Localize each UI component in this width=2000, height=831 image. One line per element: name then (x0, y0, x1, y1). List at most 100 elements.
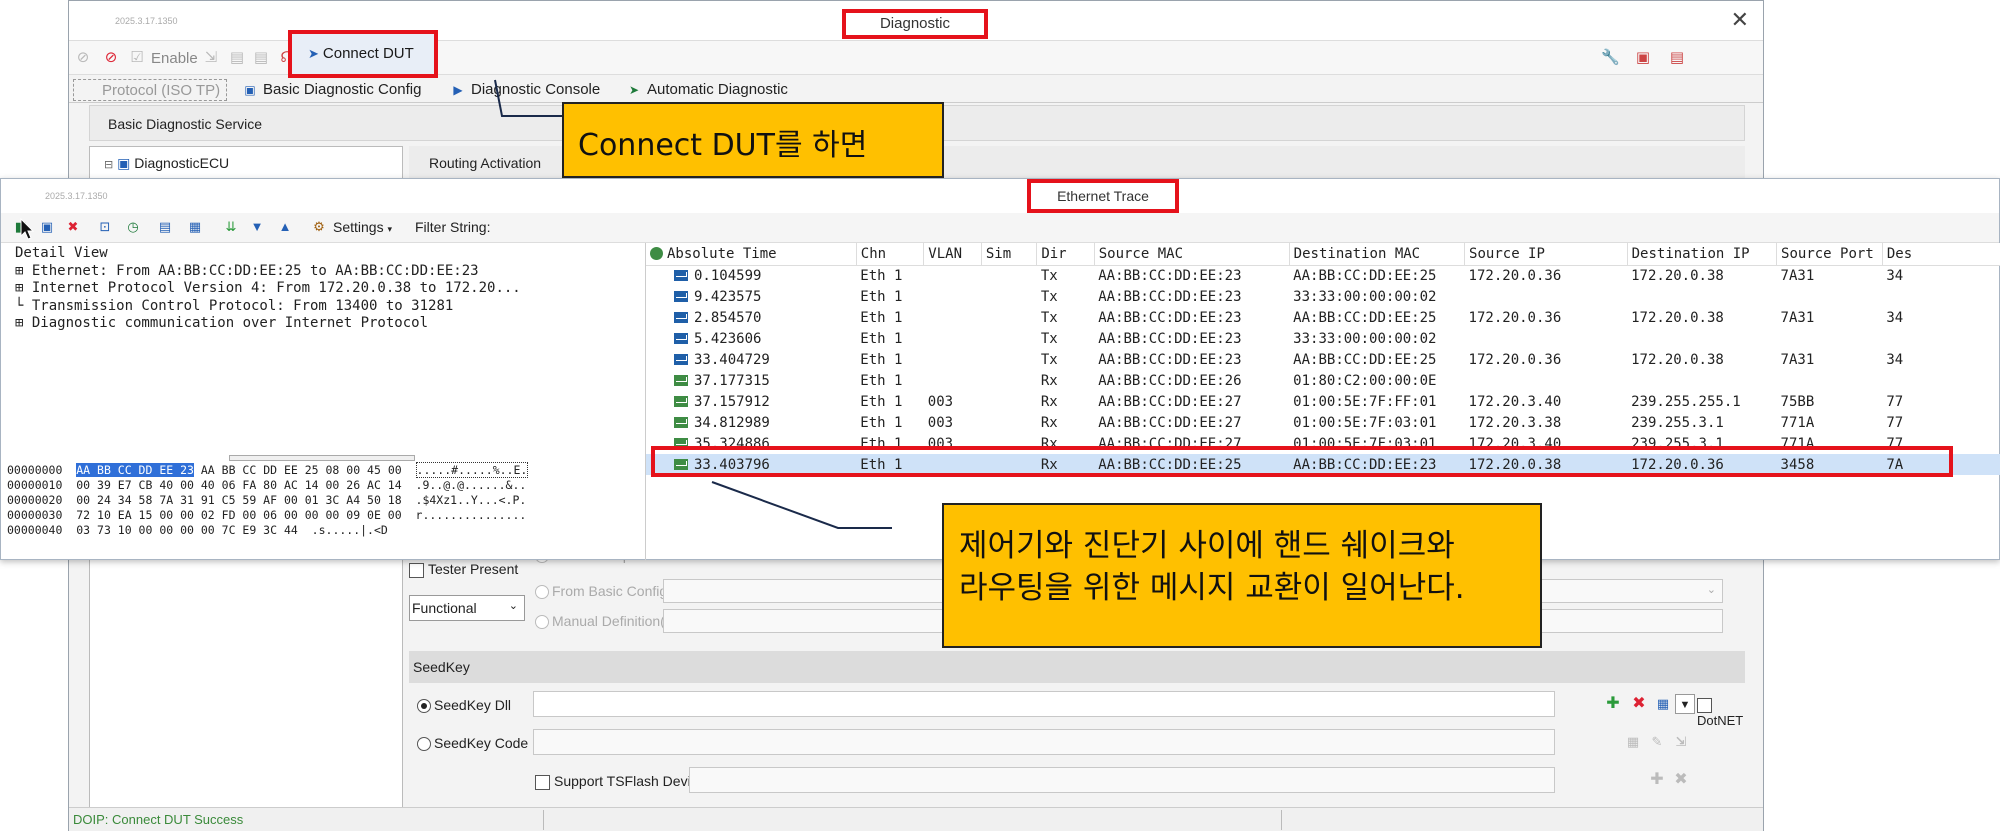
detail-line-ethernet[interactable]: ⊞ Ethernet: From AA:BB:CC:DD:EE:25 to AA… (15, 263, 641, 281)
hex-bytes[interactable]: 00 24 34 58 7A 31 91 C5 59 AF 00 01 3C A… (76, 493, 401, 507)
disconnect-icon[interactable]: ⊘ (103, 50, 119, 66)
radio[interactable] (417, 737, 431, 752)
hex-offset: 00000030 (7, 508, 63, 522)
detail-line-tcp[interactable]: └ Transmission Control Protocol: From 13… (15, 298, 641, 316)
tester-present-checkbox[interactable]: Tester Present (409, 561, 518, 578)
column-header-vlan[interactable]: VLAN (923, 243, 982, 266)
grid-icon[interactable]: ▦ (1653, 694, 1673, 714)
checkbox[interactable] (409, 562, 424, 578)
column-header-chn[interactable]: Chn (856, 243, 925, 266)
radio[interactable] (535, 585, 549, 600)
hex-bytes-selected[interactable]: AA BB CC DD EE 23 (76, 463, 194, 477)
enable-label[interactable]: Enable (151, 50, 198, 67)
dropdown-icon[interactable]: ▼ (1675, 694, 1695, 714)
column-header-source-port[interactable]: Source Port (1776, 243, 1883, 266)
hex-bytes[interactable]: AA BB CC DD EE 25 08 00 45 00 (194, 463, 402, 477)
arrow-up-icon[interactable]: ▲ (277, 219, 293, 235)
mode-select[interactable]: Functional ⌄ (409, 595, 525, 621)
hex-ascii[interactable]: r............... (416, 508, 527, 522)
splitter-handle[interactable] (229, 455, 415, 461)
checkbox[interactable] (1697, 698, 1712, 714)
column-header-destination-mac[interactable]: Destination MAC (1289, 243, 1466, 266)
hex-bytes[interactable]: 72 10 EA 15 00 00 02 FD 00 06 00 00 00 0… (76, 508, 401, 522)
tab-protocol[interactable]: Protocol (ISO TP) (73, 79, 228, 101)
tsflash-checkbox[interactable]: Support TSFlash Device (535, 773, 705, 790)
column-header-source-mac[interactable]: Source MAC (1094, 243, 1290, 266)
hex-bytes[interactable]: 03 73 10 00 00 00 00 7C E9 3C 44 (76, 523, 298, 537)
table-row[interactable]: 37.157912 Eth 1 003 Rx AA:BB:CC:DD:EE:27 01:0… (646, 391, 2000, 412)
detail-line-ipv4[interactable]: ⊞ Internet Protocol Version 4: From 172.… (15, 280, 641, 298)
gear-icon[interactable]: ⚙ (311, 219, 327, 235)
view-detail-icon[interactable]: ▦ (187, 219, 203, 235)
seedkey-code-input[interactable] (533, 729, 1555, 755)
dotnet-checkbox[interactable]: DotNET (1697, 697, 1745, 728)
detail-line-doip[interactable]: ⊞ Diagnostic communication over Internet… (15, 315, 641, 333)
clock-icon[interactable]: ◷ (125, 219, 141, 235)
export-icon[interactable]: ⇲ (1671, 732, 1691, 752)
expand-icon[interactable]: ⊞ (15, 280, 32, 296)
tab-automatic[interactable]: ➤ Automatic Diagnostic (625, 79, 788, 101)
tree-item-diagnostic-ecu[interactable]: ⊟ ▣ DiagnosticECU (104, 155, 229, 172)
connect-dut-button[interactable]: ➤ Connect DUT (288, 30, 438, 78)
arrow-down-icon[interactable]: ▼ (249, 219, 265, 235)
expand-icon[interactable]: ⊞ (15, 315, 32, 331)
table-row[interactable]: 34.812989 Eth 1 003 Rx AA:BB:CC:DD:EE:27 01:0… (646, 412, 2000, 433)
table-row[interactable]: 33.404729 Eth 1 Tx AA:BB:CC:DD:EE:23 AA:BB:C… (646, 349, 2000, 370)
add-icon[interactable]: ✚ (1603, 694, 1623, 714)
column-header-absolute-time[interactable]: Absolute Time (646, 243, 857, 266)
annotation-line: 제어기와 진단기 사이에 핸드 쉐이크와 (959, 528, 1455, 564)
wrench-icon[interactable]: 🔧 (1601, 50, 1620, 66)
import-icon[interactable]: ⇲ (203, 50, 219, 66)
from-basic-config-radio[interactable]: From Basic Config (535, 583, 667, 600)
window-close-icon[interactable]: ▣ (1635, 50, 1651, 66)
column-header-source-ip[interactable]: Source IP (1464, 243, 1628, 266)
table-cell: 7A31 (1777, 349, 1883, 370)
view-icon[interactable]: ▤ (157, 219, 173, 235)
radio[interactable] (417, 699, 431, 714)
close-icon[interactable]: ✕ (1731, 7, 1749, 33)
settings-menu[interactable]: Settings ▾ (333, 219, 392, 235)
tsflash-input[interactable] (689, 767, 1555, 793)
table-cell: 37.157912 (646, 391, 856, 412)
seedkey-code-radio[interactable]: SeedKey Code (417, 735, 528, 752)
hex-ascii[interactable]: .9..@.@......&.. (416, 478, 527, 492)
hex-ascii[interactable]: .s.....|.<D (312, 523, 388, 537)
column-header-dir[interactable]: Dir (1036, 243, 1095, 266)
table-row[interactable]: 9.423575 Eth 1 Tx AA:BB:CC:DD:EE:23 33:33:00… (646, 286, 2000, 307)
add-icon[interactable]: ✚ (1647, 770, 1667, 790)
save-icon[interactable]: ▤ (229, 50, 245, 66)
expand-icon[interactable]: ⊞ (15, 263, 32, 279)
manual-definition-radio[interactable]: Manual Definition(0x) (535, 613, 684, 630)
save-as-icon[interactable]: ▤ (253, 50, 269, 66)
table-row[interactable]: 5.423606 Eth 1 Tx AA:BB:CC:DD:EE:23 33:33:00… (646, 328, 2000, 349)
connect-dut-label: Connect DUT (322, 45, 414, 62)
column-header-sim[interactable]: Sim (981, 243, 1038, 266)
checkbox-icon[interactable]: ☑ (129, 50, 145, 66)
hex-bytes[interactable]: 00 39 E7 CB 40 00 40 06 FA 80 AC 14 00 2… (76, 478, 401, 492)
hex-ascii[interactable]: .....#.....%..E. (415, 462, 529, 478)
copy-icon[interactable]: ▣ (39, 219, 55, 235)
sort-icon[interactable]: ⇊ (223, 219, 239, 235)
column-header-destination-ip[interactable]: Destination IP (1627, 243, 1778, 266)
seedkey-dll-radio[interactable]: SeedKey Dll (417, 697, 511, 714)
seedkey-dll-input[interactable] (533, 691, 1555, 717)
column-header-destination-port[interactable]: Des (1882, 243, 2000, 266)
hex-ascii[interactable]: .$4Xz1..Y...<.P. (416, 493, 527, 507)
table-row[interactable]: 37.177315 Eth 1 Rx AA:BB:CC:DD:EE:26 01:80:C… (646, 370, 2000, 391)
layout-icon[interactable]: ▤ (1669, 50, 1685, 66)
table-row[interactable]: 2.854570 Eth 1 Tx AA:BB:CC:DD:EE:23 AA:BB:CC… (646, 307, 2000, 328)
radio[interactable] (535, 615, 549, 630)
edit-icon[interactable]: ✎ (1647, 732, 1667, 752)
tab-basic-config[interactable]: ▣ Basic Diagnostic Config (241, 79, 421, 101)
expand-icon[interactable]: ⊟ (104, 159, 113, 171)
clear-icon[interactable]: ✖ (65, 219, 81, 235)
scroll-icon[interactable]: ⊡ (97, 219, 113, 235)
checkbox[interactable] (535, 774, 550, 790)
table-cell (981, 328, 1036, 349)
remove-icon[interactable]: ✖ (1671, 770, 1691, 790)
link-icon[interactable]: ⊘ (75, 50, 91, 66)
remove-icon[interactable]: ✖ (1629, 694, 1649, 714)
table-cell (924, 286, 982, 307)
table-row[interactable]: 0.104599 Eth 1 Tx AA:BB:CC:DD:EE:23 AA:BB:CC… (646, 265, 2000, 286)
grid-icon[interactable]: ▦ (1623, 732, 1643, 752)
